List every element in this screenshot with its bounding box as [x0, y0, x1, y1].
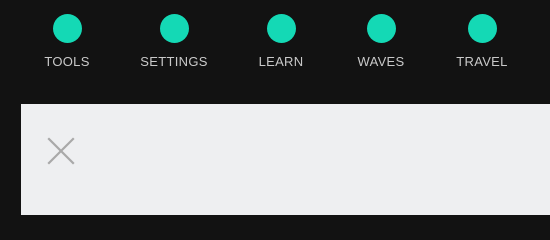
top-nav: TOOLS SETTINGS LEARN WAVES TRAVEL [0, 0, 550, 100]
circle-icon [367, 14, 396, 43]
nav-item-label: WAVES [357, 54, 405, 69]
close-button[interactable] [47, 137, 75, 165]
nav-item-tools[interactable]: TOOLS [17, 14, 117, 74]
nav-item-travel[interactable]: TRAVEL [432, 14, 532, 74]
nav-item-learn[interactable]: LEARN [231, 14, 331, 74]
nav-item-label: TRAVEL [456, 54, 508, 69]
circle-icon [267, 14, 296, 43]
nav-item-label: TOOLS [44, 54, 90, 69]
nav-item-label: LEARN [258, 54, 304, 69]
circle-icon [468, 14, 497, 43]
nav-item-waves[interactable]: WAVES [331, 14, 431, 74]
circle-icon [53, 14, 82, 43]
nav-item-label: SETTINGS [140, 54, 208, 69]
content-panel [21, 104, 550, 215]
circle-icon [160, 14, 189, 43]
close-icon [47, 137, 75, 165]
nav-item-settings[interactable]: SETTINGS [124, 14, 224, 74]
